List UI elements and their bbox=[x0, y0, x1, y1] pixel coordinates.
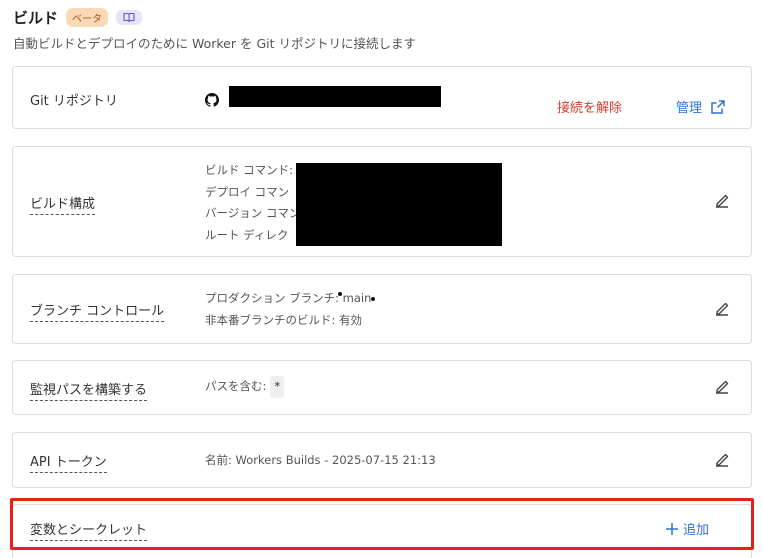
page-subtitle: 自動ビルドとデプロイのために Worker を Git リポジトリに接続します bbox=[13, 36, 416, 51]
api-token-card: API トークン 名前: Workers Builds - 2025-07-15… bbox=[12, 432, 752, 488]
docs-book-icon[interactable] bbox=[116, 9, 143, 25]
add-variable-label: 追加 bbox=[683, 523, 710, 538]
production-branch-line: プロダクション ブランチ: main bbox=[205, 291, 372, 305]
version-command-line: バージョン コマン bbox=[205, 206, 301, 220]
edit-pencil-icon[interactable] bbox=[713, 300, 731, 318]
include-paths-value: * bbox=[270, 376, 285, 398]
manage-link[interactable]: 管理 bbox=[676, 97, 726, 116]
disconnect-button[interactable]: 接続を解除 bbox=[557, 97, 622, 116]
branch-control-label[interactable]: ブランチ コントロール bbox=[30, 300, 165, 322]
highlight-box bbox=[10, 498, 754, 550]
add-variable-button[interactable]: 追加 bbox=[666, 519, 709, 538]
git-repository-card: Git リポジトリ 接続を解除 管理 bbox=[12, 66, 752, 129]
redacted-repository-name bbox=[229, 86, 441, 107]
beta-badge: ベータ bbox=[66, 7, 109, 27]
edit-pencil-icon[interactable] bbox=[713, 378, 731, 396]
root-directory-line: ルート ディレク bbox=[205, 227, 289, 242]
edit-pencil-icon[interactable] bbox=[713, 192, 731, 210]
cursor-dot bbox=[371, 297, 375, 301]
watch-paths-card: 監視パスを構築する パスを含む: * bbox=[12, 360, 752, 415]
branch-control-details: プロダクション ブランチ: main 非本番ブランチのビルド: 有効 bbox=[205, 288, 371, 331]
build-command-line: ビルド コマンド: bbox=[205, 163, 294, 177]
build-config-card: ビルド構成 ビルド コマンド: デプロイ コマン バージョン コマン ルート デ… bbox=[12, 146, 752, 257]
external-link-icon bbox=[711, 99, 725, 114]
api-token-name: 名前: Workers Builds - 2025-07-15 21:13 bbox=[205, 453, 436, 467]
cursor-dot bbox=[338, 292, 342, 296]
plus-icon bbox=[666, 522, 678, 535]
include-paths-label: パスを含む: bbox=[205, 379, 267, 393]
build-config-label[interactable]: ビルド構成 bbox=[30, 193, 96, 215]
redacted-build-values bbox=[296, 163, 502, 246]
watch-paths-label[interactable]: 監視パスを構築する bbox=[30, 379, 148, 401]
page-title: ビルド bbox=[13, 8, 59, 27]
branch-control-card: ブランチ コントロール プロダクション ブランチ: main 非本番ブランチのビ… bbox=[12, 274, 752, 344]
github-icon bbox=[205, 92, 220, 107]
non-production-builds-line: 非本番ブランチのビルド: 有効 bbox=[205, 312, 363, 327]
manage-link-label: 管理 bbox=[676, 101, 703, 116]
edit-pencil-icon[interactable] bbox=[713, 451, 731, 469]
watch-paths-details: パスを含む: * bbox=[205, 376, 285, 398]
deploy-command-line: デプロイ コマン bbox=[205, 184, 290, 199]
build-config-details: ビルド コマンド: デプロイ コマン バージョン コマン ルート ディレク bbox=[205, 160, 300, 246]
section-header: ビルド ベータ 自動ビルドとデプロイのために Worker を Git リポジト… bbox=[13, 6, 416, 52]
api-token-label[interactable]: API トークン bbox=[30, 451, 107, 473]
git-repository-label: Git リポジトリ bbox=[30, 94, 118, 109]
